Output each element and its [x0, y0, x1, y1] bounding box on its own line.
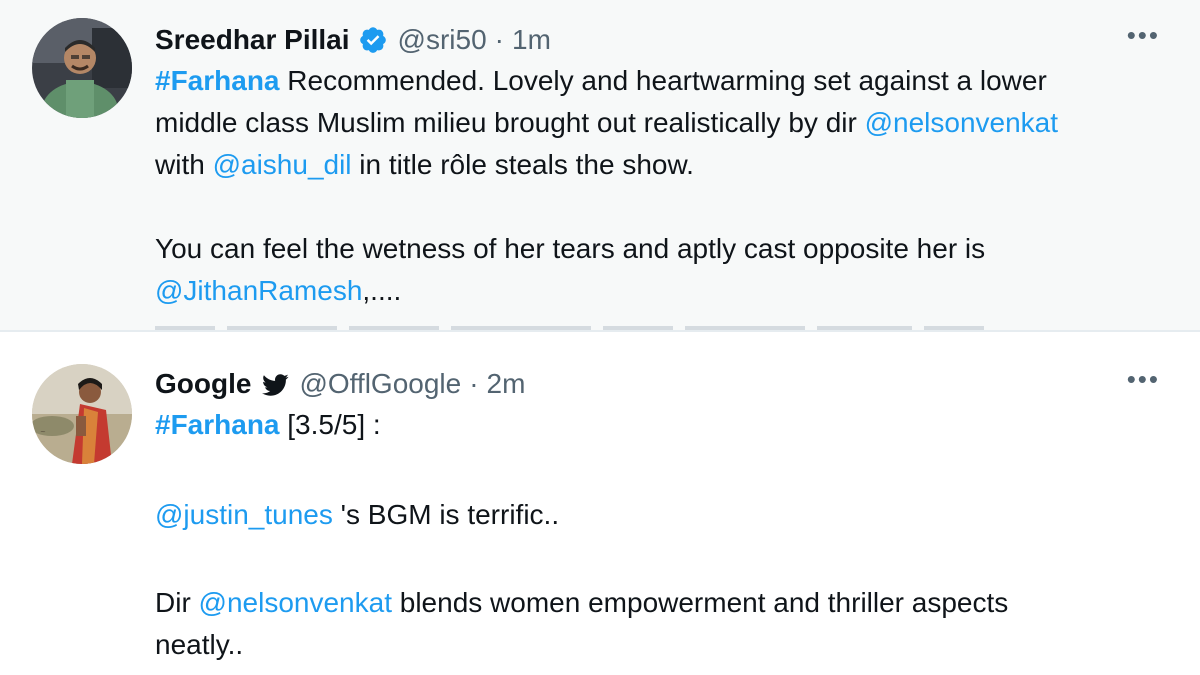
tweet-feed: Sreedhar Pillai @sri50 · 1m ••• #Farhana…	[0, 0, 1200, 675]
tweet-text: #Farhana Recommended. Lovely and heartwa…	[155, 60, 1160, 312]
tweet-line: middle class Muslim milieu brought out r…	[155, 102, 1160, 144]
tweet-text-segment: [3.5/5] :	[279, 409, 381, 440]
truncated-text-line	[155, 314, 1160, 330]
mention-link[interactable]: @JithanRamesh	[155, 275, 362, 306]
avatar-image	[32, 18, 132, 118]
verified-badge-icon	[358, 25, 388, 55]
tweet-line: neatly..	[155, 624, 1160, 666]
tweet-line: #Farhana [3.5/5] :	[155, 404, 1160, 446]
tweet-line: Dir @nelsonvenkat blends women empowerme…	[155, 582, 1160, 624]
tweet-line: @JithanRamesh,....	[155, 270, 1160, 312]
author-handle[interactable]: @OfflGoogle	[299, 364, 461, 404]
tweet-content: Google @OfflGoogle · 2m ••• #Farhana [3.…	[155, 364, 1160, 666]
avatar[interactable]: ~	[32, 364, 132, 464]
tweet-text-segment: with	[155, 149, 213, 180]
timestamp[interactable]: 2m	[487, 364, 526, 404]
avatar-image: ~	[32, 364, 132, 464]
tweet-text-segment: neatly..	[155, 629, 244, 660]
tweet-text-segment: ,....	[362, 275, 402, 306]
author-name[interactable]: Google	[155, 364, 251, 404]
tweet-text-segment: in title rôle steals the show.	[351, 149, 694, 180]
tweet-text: #Farhana [3.5/5] : @justin_tunes 's BGM …	[155, 404, 1160, 666]
tweet-header: Sreedhar Pillai @sri50 · 1m	[155, 20, 1160, 60]
author-name[interactable]: Sreedhar Pillai	[155, 20, 350, 60]
twitter-bird-icon	[261, 370, 290, 398]
tweet-header: Google @OfflGoogle · 2m	[155, 364, 1160, 404]
tweet-text-segment: Recommended. Lovely and heartwarming set…	[279, 65, 1047, 96]
tweet-line: #Farhana Recommended. Lovely and heartwa…	[155, 60, 1160, 102]
tweet-text-segment: middle class Muslim milieu brought out r…	[155, 107, 865, 138]
mention-link[interactable]: @nelsonvenkat	[199, 587, 392, 618]
tweet[interactable]: Sreedhar Pillai @sri50 · 1m ••• #Farhana…	[0, 0, 1200, 332]
tweet-text-segment: You can feel the wetness of her tears an…	[155, 233, 986, 264]
tweet-content: Sreedhar Pillai @sri50 · 1m ••• #Farhana…	[155, 20, 1160, 312]
separator-dot: ·	[494, 24, 504, 55]
separator-dot: ·	[469, 368, 479, 399]
timestamp[interactable]: 1m	[512, 20, 551, 60]
mention-link[interactable]: @aishu_dil	[213, 149, 352, 180]
mention-link[interactable]: @nelsonvenkat	[865, 107, 1058, 138]
tweet-line: You can feel the wetness of her tears an…	[155, 228, 1160, 270]
tweet-text-segment: Dir	[155, 587, 199, 618]
avatar[interactable]	[32, 18, 132, 118]
svg-text:~: ~	[40, 428, 46, 436]
tweet[interactable]: ~ Google @OfflGoogle · 2m ••• #Farhana […	[0, 332, 1200, 675]
more-options-icon[interactable]: •••	[1127, 20, 1160, 50]
hashtag-link[interactable]: #Farhana	[155, 409, 280, 440]
hashtag-link[interactable]: #Farhana	[155, 65, 280, 96]
tweet-text-segment: 's BGM is terrific..	[332, 499, 560, 530]
mention-link[interactable]: @justin_tunes	[155, 499, 333, 530]
tweet-line: with @aishu_dil in title rôle steals the…	[155, 144, 1160, 186]
tweet-text-segment: blends women empowerment and thriller as…	[391, 587, 1009, 618]
author-handle[interactable]: @sri50	[398, 20, 487, 60]
tweet-line: @justin_tunes 's BGM is terrific..	[155, 494, 1160, 536]
more-options-icon[interactable]: •••	[1127, 364, 1160, 394]
